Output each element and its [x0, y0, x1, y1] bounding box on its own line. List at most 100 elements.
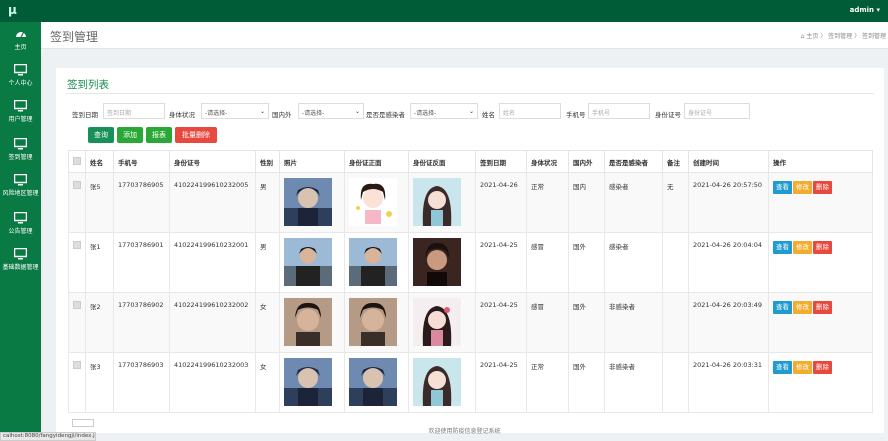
view-button[interactable]: 查看 — [773, 241, 792, 254]
breadcrumb: ⌂ 主页 〉 签到管理 〉 签到管理 — [801, 31, 886, 40]
name-input[interactable]: 姓名 — [499, 103, 561, 119]
column-header: 性别 — [255, 150, 280, 173]
batch-delete-button[interactable]: 批量删除 — [175, 127, 217, 143]
row-checkbox-cell[interactable] — [68, 172, 86, 233]
sidebar-item-label: 风险地区管理 — [2, 190, 39, 197]
id-back-image — [413, 238, 461, 286]
actions-cell: 查看 修改 删除 — [768, 292, 873, 353]
created-cell: 2021-04-26 20:03:31 — [688, 352, 769, 413]
row-checkbox[interactable] — [73, 301, 81, 309]
id-input[interactable]: 身份证号 — [684, 103, 750, 119]
sidebar-item-checkin[interactable]: 签到管理 — [0, 138, 41, 161]
name-label: 姓名 — [482, 111, 495, 119]
photo-cell — [279, 172, 345, 233]
delete-button[interactable]: 删除 — [813, 301, 832, 314]
query-button[interactable]: 查询 — [88, 127, 114, 143]
row-checkbox-cell[interactable] — [68, 352, 86, 413]
sidebar-item-users[interactable]: 用户管理 — [0, 100, 41, 123]
id-front-image — [349, 358, 397, 406]
gender-cell: 男 — [255, 172, 280, 233]
monitor-icon — [14, 100, 27, 112]
select-all-checkbox[interactable] — [73, 156, 81, 165]
sidebar-item-label: 用户管理 — [8, 116, 33, 123]
id-front-cell — [344, 352, 409, 413]
delete-button[interactable]: 删除 — [813, 241, 832, 254]
page-title: 签到管理 — [50, 30, 99, 44]
sidebar-item-base-data[interactable]: 基础数据管理 — [0, 248, 41, 271]
domestic-select[interactable]: -请选择- ⌄ — [298, 103, 364, 119]
id-back-image — [413, 298, 461, 346]
date-cell: 2021-04-25 — [475, 232, 527, 293]
column-header: 身体状况 — [526, 150, 569, 173]
sidebar-item-announcements[interactable]: 公告管理 — [0, 212, 41, 235]
breadcrumb-text[interactable]: 主页 〉 签到管理 〉 签到管理 — [806, 33, 886, 40]
row-checkbox[interactable] — [73, 181, 81, 189]
phone-label: 手机号 — [566, 111, 586, 119]
row-checkbox[interactable] — [73, 241, 81, 249]
sidebar-item-profile[interactable]: 个人中心 — [0, 64, 41, 87]
id-front-image — [349, 238, 397, 286]
delete-button[interactable]: 删除 — [813, 181, 832, 194]
health-select[interactable]: -请选择- ⌄ — [201, 103, 269, 119]
infected-label: 是否是感染者 — [366, 111, 405, 119]
id-front-cell — [344, 172, 409, 233]
table-row: 张1 17703786901 410224199610232001 男 2021… — [68, 232, 873, 293]
view-button[interactable]: 查看 — [773, 181, 792, 194]
infected-select-value: -请选择- — [414, 110, 437, 117]
health-select-value: -请选择- — [205, 110, 228, 117]
row-checkbox[interactable] — [73, 361, 81, 369]
edit-button[interactable]: 修改 — [793, 241, 812, 254]
select-all-header[interactable] — [68, 150, 86, 173]
chevron-down-icon: ⌄ — [354, 108, 360, 115]
id-back-cell — [408, 232, 476, 293]
photo-image — [284, 298, 332, 346]
sidebar-item-home[interactable]: 主页 — [0, 28, 41, 51]
sidebar-item-label: 签到管理 — [8, 154, 33, 161]
id-front-cell — [344, 232, 409, 293]
date-cell: 2021-04-25 — [475, 292, 527, 353]
date-input[interactable]: 签到日期 — [103, 103, 165, 119]
chevron-down-icon: ⌄ — [468, 108, 474, 115]
edit-button[interactable]: 修改 — [793, 301, 812, 314]
domestic-cell: 国外 — [568, 292, 605, 353]
note-cell: 无 — [662, 172, 689, 233]
note-cell — [662, 292, 689, 353]
phone-input[interactable]: 手机号 — [588, 103, 650, 119]
row-checkbox-cell[interactable] — [68, 232, 86, 293]
edit-button[interactable]: 修改 — [793, 181, 812, 194]
add-button[interactable]: 添加 — [117, 127, 143, 143]
health-cell: 感冒 — [526, 292, 569, 353]
sidebar-item-label: 公告管理 — [8, 228, 33, 235]
user-menu[interactable]: admin ▾ — [850, 6, 880, 14]
domestic-cell: 国内 — [568, 172, 605, 233]
health-cell: 感冒 — [526, 232, 569, 293]
health-cell: 正常 — [526, 352, 569, 413]
sidebar-item-risk-areas[interactable]: 风险地区管理 — [0, 174, 41, 197]
id-back-cell — [408, 352, 476, 413]
domestic-cell: 国外 — [568, 352, 605, 413]
column-header: 备注 — [662, 150, 689, 173]
delete-button[interactable]: 删除 — [813, 361, 832, 374]
report-button[interactable]: 报表 — [146, 127, 172, 143]
photo-image — [284, 358, 332, 406]
view-button[interactable]: 查看 — [773, 301, 792, 314]
phone-cell: 17703786902 — [113, 292, 170, 353]
edit-button[interactable]: 修改 — [793, 361, 812, 374]
name-cell: 张3 — [85, 352, 114, 413]
name-cell: 张1 — [85, 232, 114, 293]
actions-cell: 查看 修改 删除 — [768, 352, 873, 413]
infected-cell: 非感染者 — [604, 352, 663, 413]
id-front-image — [349, 298, 397, 346]
id-cell: 410224199610232005 — [169, 172, 256, 233]
domestic-cell: 国外 — [568, 232, 605, 293]
sidebar: 主页 个人中心 用户管理 签到管理 风险地区管理 公告管理 基础数据管理 — [0, 22, 41, 441]
actions-cell: 查看 修改 删除 — [768, 232, 873, 293]
id-back-image — [413, 358, 461, 406]
date-label: 签到日期 — [72, 111, 98, 119]
row-checkbox-cell[interactable] — [68, 292, 86, 353]
view-button[interactable]: 查看 — [773, 361, 792, 374]
status-bar-url: calhost:8080/fangyidengji/index.jsp — [0, 432, 96, 441]
infected-select[interactable]: -请选择- ⌄ — [410, 103, 478, 119]
app-logo: μ — [8, 3, 17, 17]
id-cell: 410224199610232001 — [169, 232, 256, 293]
